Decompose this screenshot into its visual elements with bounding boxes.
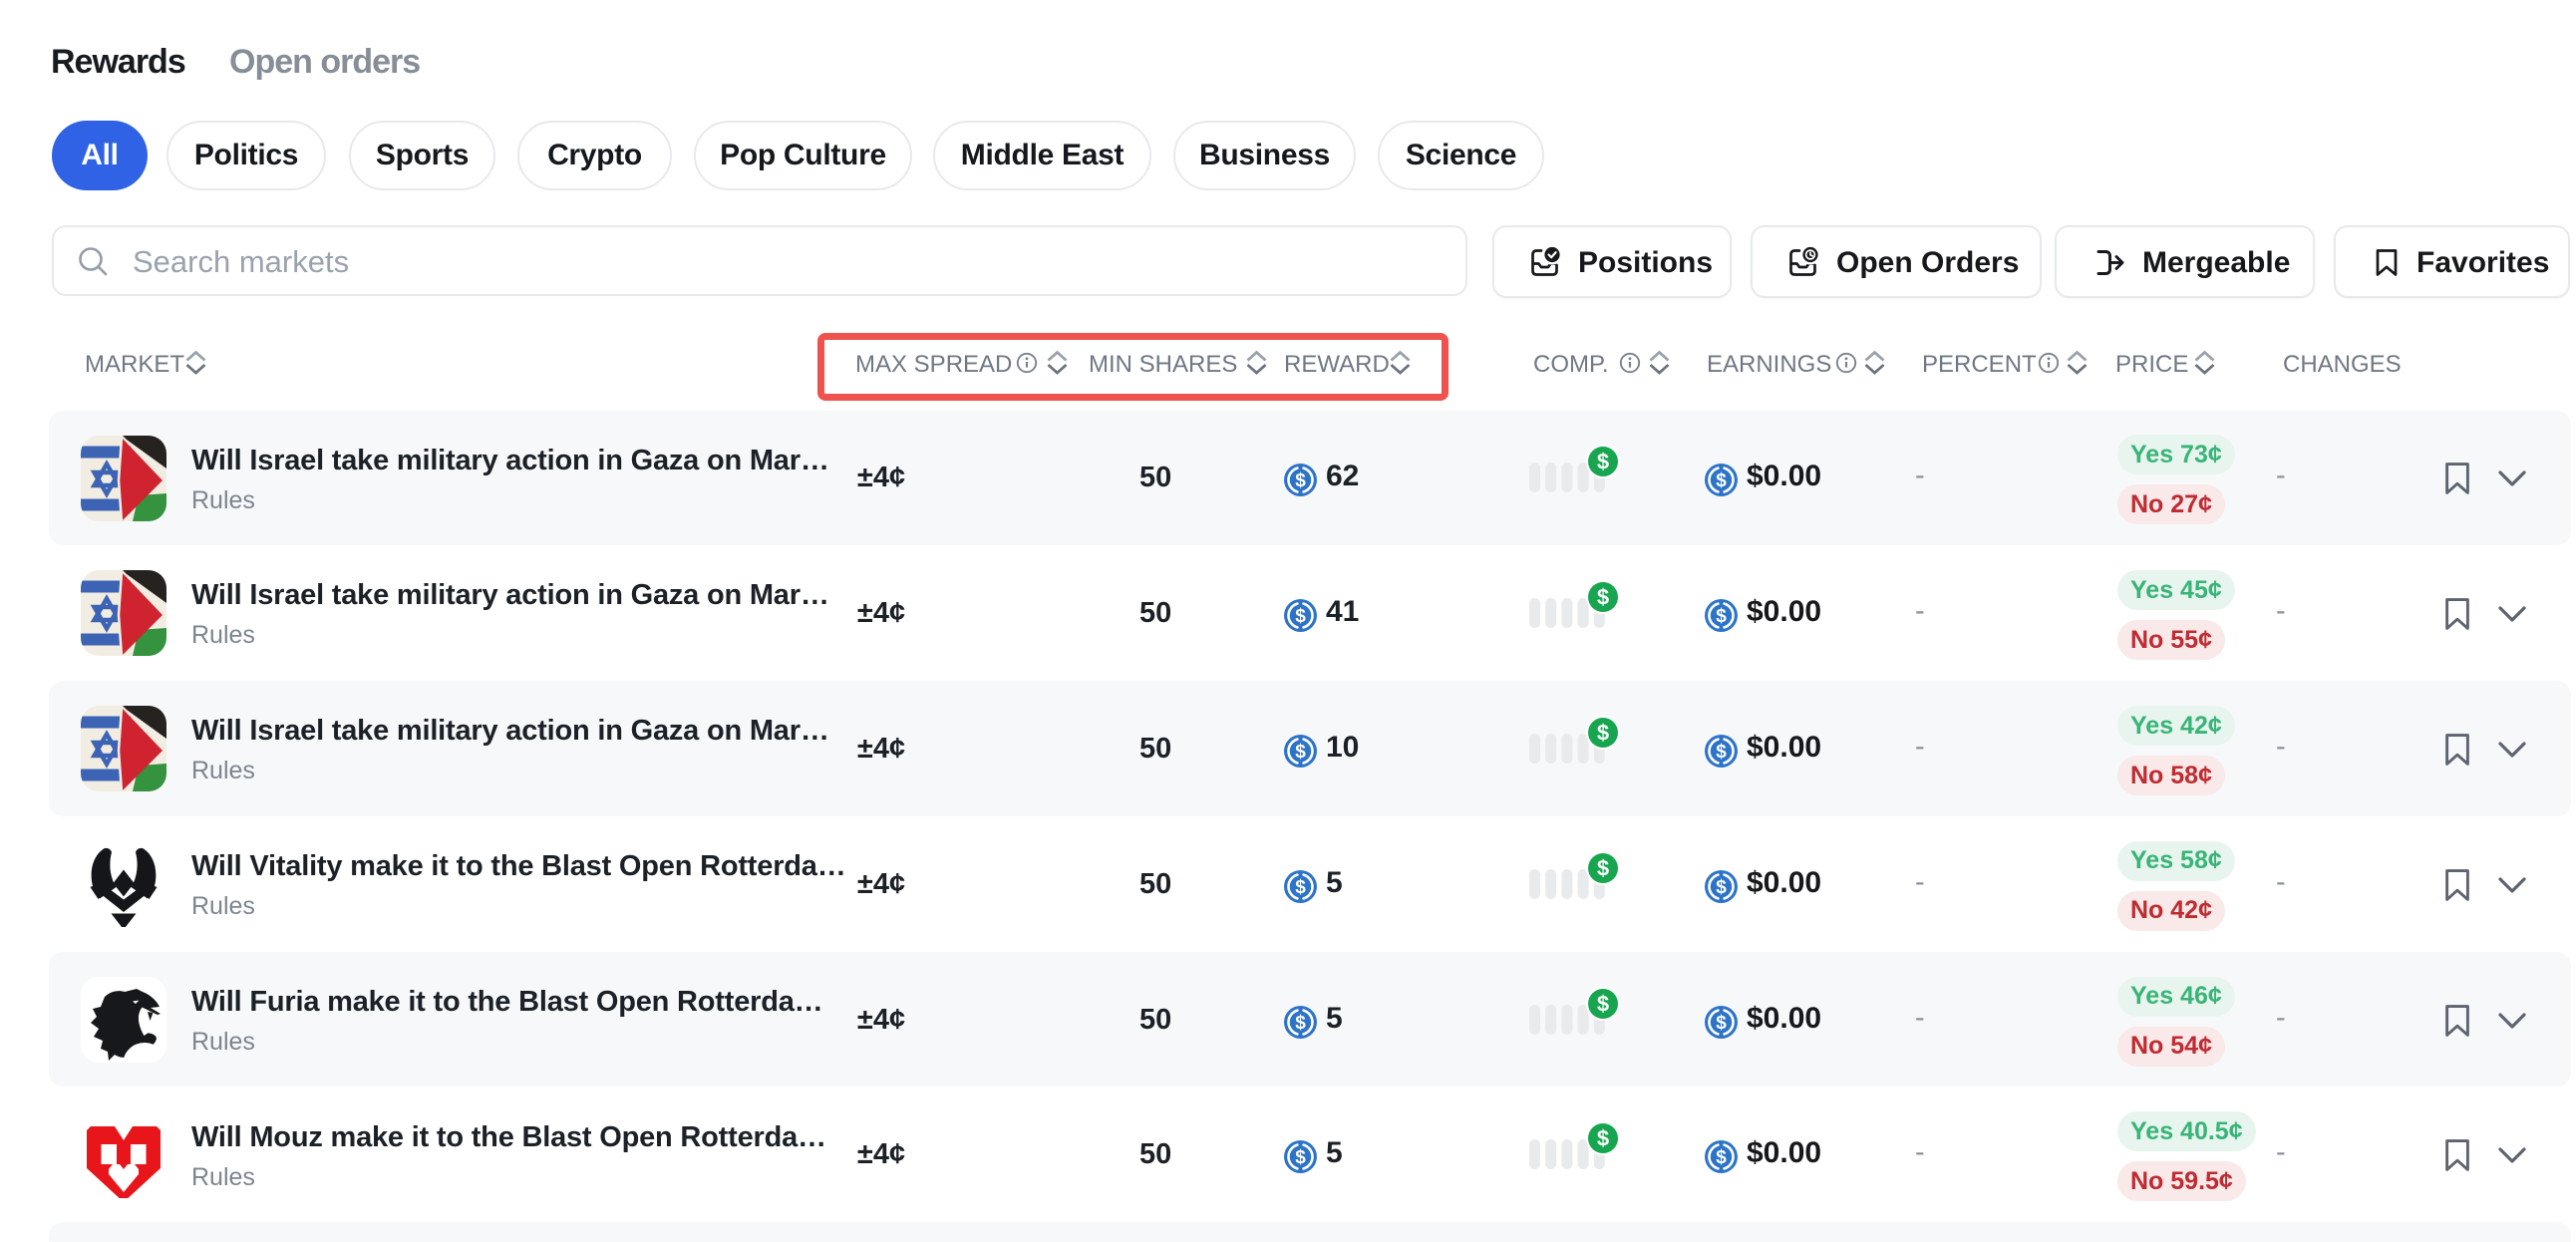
svg-text:$: $ (1716, 742, 1727, 763)
svg-text:$: $ (1295, 877, 1306, 898)
svg-text:$: $ (1597, 855, 1609, 880)
svg-text:$: $ (1716, 471, 1727, 492)
svg-text:$: $ (1295, 742, 1306, 763)
svg-text:$: $ (1597, 1126, 1609, 1151)
svg-text:$: $ (1295, 471, 1306, 492)
svg-text:$: $ (1295, 1148, 1306, 1169)
svg-text:$: $ (1295, 1013, 1306, 1034)
svg-text:$: $ (1716, 1013, 1727, 1034)
svg-text:$: $ (1716, 1148, 1727, 1169)
svg-text:$: $ (1716, 606, 1727, 627)
svg-text:$: $ (1597, 991, 1609, 1016)
svg-text:$: $ (1597, 721, 1609, 746)
svg-text:$: $ (1716, 877, 1727, 898)
svg-text:$: $ (1295, 606, 1306, 627)
svg-text:$: $ (1597, 585, 1609, 610)
svg-text:$: $ (1597, 450, 1609, 474)
